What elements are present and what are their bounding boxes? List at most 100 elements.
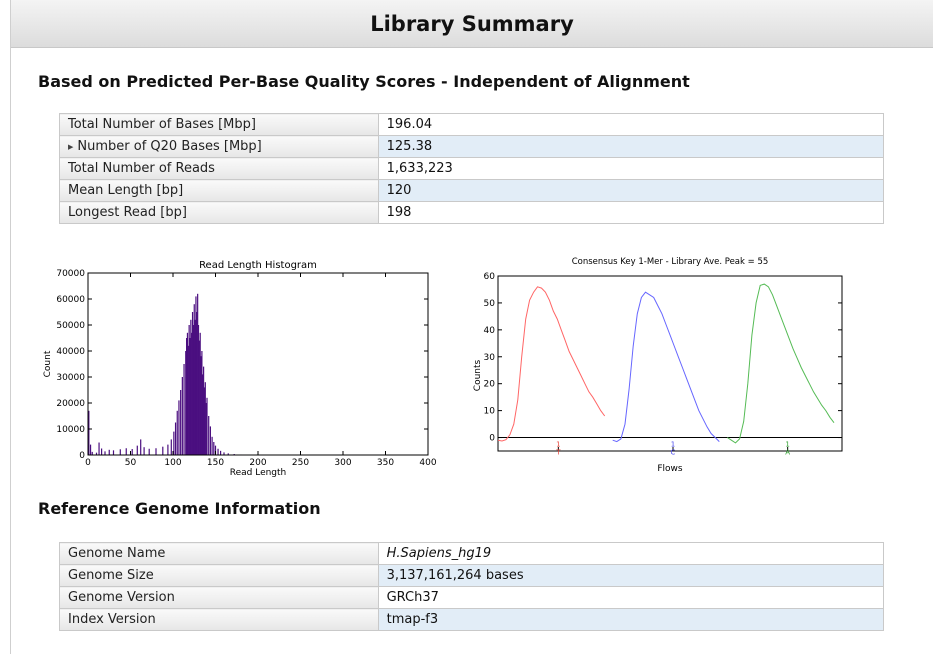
y-tick-label: 40	[484, 326, 496, 336]
row-label: Genome Name	[59, 542, 379, 565]
page-title: Library Summary	[370, 11, 574, 36]
reference-table: Genome Name H.Sapiens_hg19 Genome Size 3…	[59, 542, 885, 631]
flow-base-label: T	[555, 449, 561, 457]
table-row: Genome Size 3,137,161,264 bases	[59, 564, 885, 587]
y-tick-label: 60	[484, 272, 496, 282]
expand-triangle-icon[interactable]: ▶	[68, 143, 73, 151]
histogram-bar	[125, 448, 127, 455]
row-value: 3,137,161,264 bases	[377, 564, 885, 587]
flow-number-label: 1	[671, 441, 675, 449]
row-label: Index Version	[59, 608, 379, 631]
histogram-bar	[89, 444, 92, 455]
histogram-bar	[170, 439, 172, 455]
histogram-bar	[143, 447, 145, 455]
histogram-bar	[208, 416, 210, 455]
y-tick-label: 0	[489, 434, 495, 444]
row-label: Genome Size	[59, 564, 379, 587]
histogram-bar	[140, 439, 142, 455]
histogram-bar	[178, 400, 180, 455]
row-label: Total Number of Bases [Mbp]	[59, 113, 379, 136]
y-tick-label: 10000	[56, 425, 85, 435]
histogram-bar	[104, 451, 106, 455]
histogram-bar	[220, 450, 222, 455]
histogram-bar	[181, 377, 183, 455]
y-tick-label: 10	[484, 407, 496, 417]
row-value: 125.38	[377, 135, 885, 158]
histogram-bar	[211, 436, 213, 455]
y-axis-label: Counts	[473, 359, 483, 391]
table-row: Mean Length [bp] 120	[59, 179, 885, 202]
series-line	[497, 286, 606, 442]
y-tick-label: 70000	[56, 269, 85, 279]
row-label: Mean Length [bp]	[59, 179, 379, 202]
flow-base-label: A	[785, 449, 790, 457]
histogram-bar	[131, 449, 133, 455]
row-label: Genome Version	[59, 586, 379, 609]
histogram-bar	[98, 442, 100, 455]
histogram-bar	[162, 446, 164, 455]
flow-number-label: 1	[556, 441, 560, 449]
x-tick-label: 0	[85, 458, 91, 468]
y-tick-label: 60000	[56, 295, 85, 305]
histogram-bar	[180, 390, 182, 455]
x-tick-label: 100	[164, 458, 181, 468]
plot-frame	[87, 272, 429, 456]
histogram-bar	[217, 448, 219, 455]
consensus-key-chart: Consensus Key 1-Mer - Library Ave. Peak …	[473, 257, 843, 474]
y-tick-label: 50	[484, 299, 496, 309]
histogram-bar	[213, 442, 215, 455]
table-row: Genome Version GRCh37	[59, 586, 885, 609]
row-value: 120	[377, 179, 885, 202]
table-row: Index Version tmap-f3	[59, 608, 885, 631]
series-line	[727, 283, 835, 444]
y-axis-label: Count	[43, 350, 53, 377]
histogram-bar	[206, 397, 208, 455]
table-row: Longest Read [bp] 198	[59, 201, 885, 224]
row-label: Total Number of Reads	[59, 157, 379, 180]
row-value: 198	[377, 201, 885, 224]
x-tick-label: 350	[377, 458, 394, 468]
table-row: Total Number of Bases [Mbp] 196.04	[59, 113, 885, 136]
y-tick-label: 30	[484, 353, 496, 363]
x-tick-label: 300	[334, 458, 351, 468]
x-tick-label: 250	[292, 458, 309, 468]
row-value: H.Sapiens_hg19	[377, 542, 885, 565]
quality-table: Total Number of Bases [Mbp] 196.04 ▶ Numb…	[59, 113, 885, 224]
reference-section-heading: Reference Genome Information	[38, 499, 321, 518]
expandable-row-label[interactable]: ▶ Number of Q20 Bases [Mbp]	[59, 135, 379, 158]
row-value: 1,633,223	[377, 157, 885, 180]
x-axis-label: Flows	[657, 464, 683, 474]
header-bar: Library Summary	[11, 0, 933, 48]
chart-title: Read Length Histogram	[199, 260, 317, 271]
histogram-bar	[108, 449, 110, 455]
row-value: tmap-f3	[377, 608, 885, 631]
row-label: Longest Read [bp]	[59, 201, 379, 224]
histogram-bar	[174, 422, 177, 455]
x-tick-label: 50	[125, 458, 137, 468]
histogram-bar	[148, 448, 150, 455]
histogram-bar	[136, 445, 138, 455]
table-row: Total Number of Reads 1,633,223	[59, 157, 885, 180]
series-line	[612, 291, 720, 443]
row-value: GRCh37	[377, 586, 885, 609]
x-tick-label: 150	[207, 458, 224, 468]
row-value: 196.04	[377, 113, 885, 136]
histogram-bar	[183, 364, 185, 455]
y-tick-label: 20000	[56, 399, 85, 409]
flow-number-label: 1	[785, 441, 789, 449]
histogram-bar	[167, 444, 169, 455]
row-label: Number of Q20 Bases [Mbp]	[77, 139, 262, 154]
y-tick-label: 30000	[56, 373, 85, 383]
histogram-bar	[119, 449, 121, 455]
histogram-bar	[155, 448, 157, 455]
y-tick-label: 20	[484, 380, 496, 390]
table-row[interactable]: ▶ Number of Q20 Bases [Mbp] 125.38	[59, 135, 885, 158]
histogram-bar	[101, 448, 103, 455]
flow-base-label: C	[671, 449, 676, 457]
y-tick-label: 50000	[56, 321, 85, 331]
y-tick-label: 40000	[56, 347, 85, 357]
x-tick-label: 200	[249, 458, 266, 468]
chart-title: Consensus Key 1-Mer - Library Ave. Peak …	[572, 257, 769, 267]
histogram-bar	[112, 450, 115, 455]
table-row: Genome Name H.Sapiens_hg19	[59, 542, 885, 565]
